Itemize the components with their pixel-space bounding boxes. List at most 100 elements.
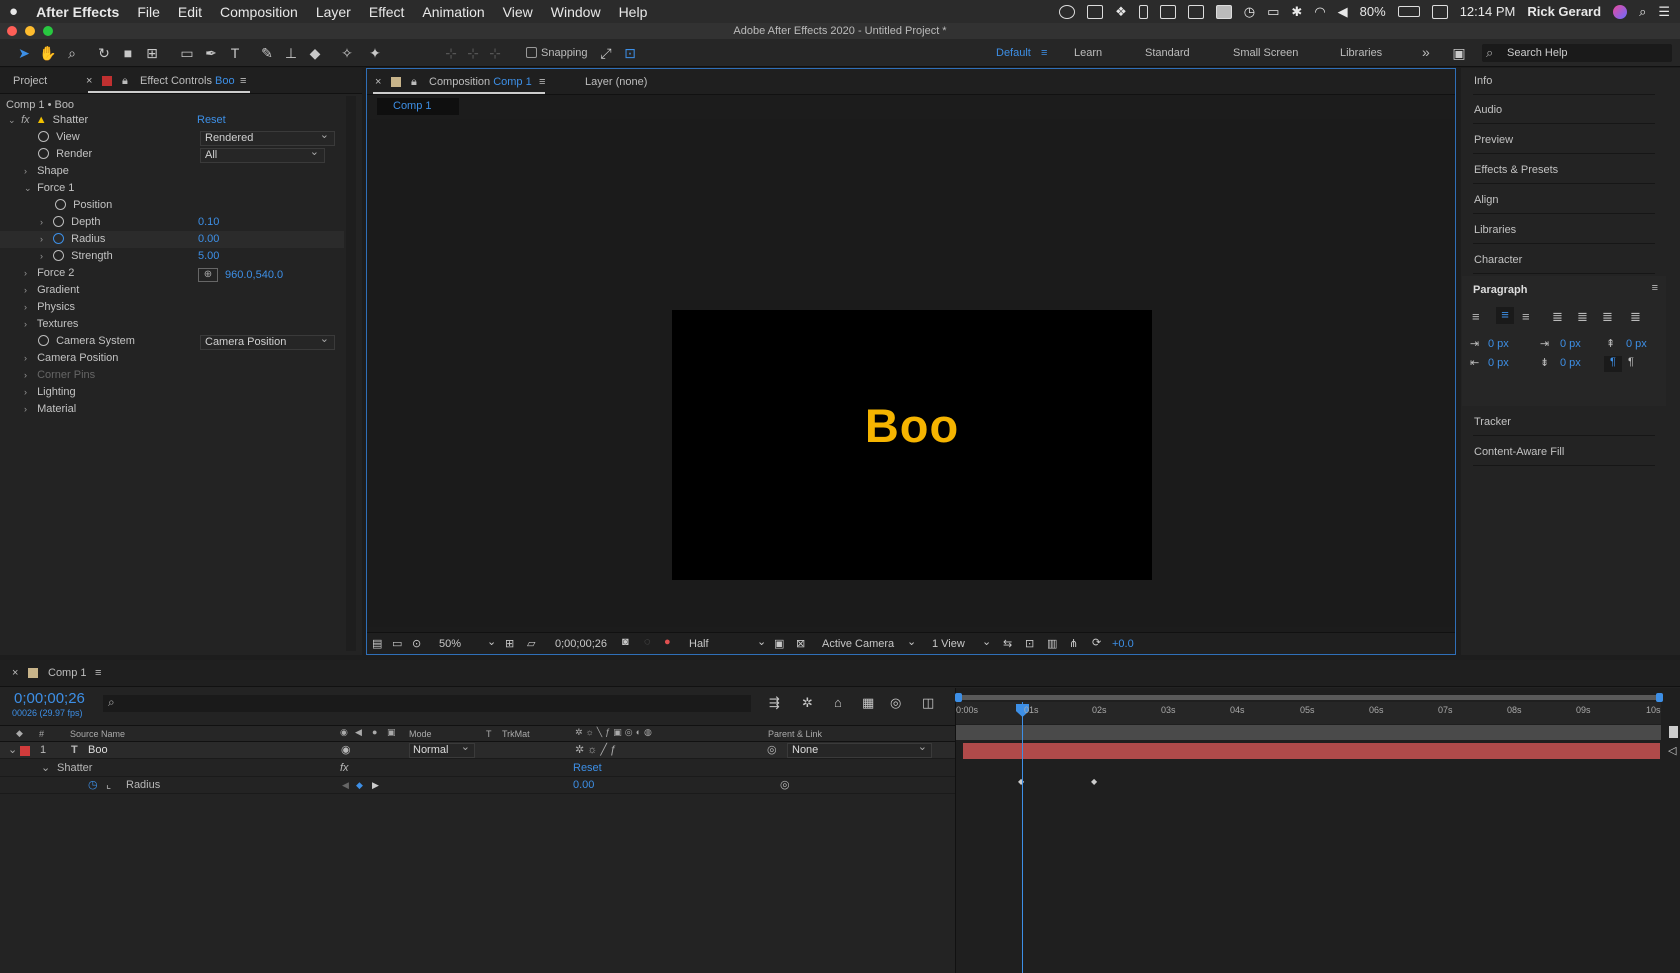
status-icon[interactable] — [1087, 4, 1104, 19]
pen-tool-icon[interactable]: ✒ — [202, 44, 220, 62]
timeline-property-row[interactable]: ◷ ⌞ Radius ◀ ◆ ▶ 0.00 ◎ — [0, 777, 955, 794]
dropbox-icon[interactable]: ❖ — [1115, 4, 1127, 20]
crosshair-icon[interactable]: ⊕ — [198, 268, 218, 282]
layer-visibility-eye-icon[interactable]: ◉ — [341, 742, 351, 758]
group-force2-row[interactable]: › Force 2 — [0, 265, 74, 282]
chevron-right-icon[interactable]: › — [24, 384, 34, 401]
space-after-value[interactable]: 0 px — [1560, 357, 1581, 369]
chevron-down-icon[interactable]: ⌄ — [24, 180, 34, 197]
layer-switches[interactable]: ✲ ☼ ╱ ƒ — [575, 742, 616, 758]
ltr-direction-icon[interactable]: ¶ — [1604, 356, 1622, 372]
snapping-checkbox[interactable] — [526, 47, 537, 58]
timeline-timecode[interactable]: 0;00;00;26 — [14, 690, 85, 707]
zoom-tool-icon[interactable]: ⌕ — [63, 44, 81, 62]
layer-end-icon[interactable]: ◁ — [1668, 744, 1676, 757]
timeline-effect-row[interactable]: ⌄ Shatter fx Reset — [0, 760, 955, 777]
menu-view[interactable]: View — [494, 4, 542, 20]
snap-option-icon[interactable]: ⤢ — [597, 44, 615, 62]
prev-keyframe-icon[interactable]: ◀ — [342, 777, 349, 793]
panel-preview[interactable]: Preview — [1473, 126, 1655, 154]
wifi-icon[interactable]: ◠ — [1314, 4, 1325, 20]
more-workspaces-icon[interactable]: » — [1422, 44, 1430, 60]
align-center-icon[interactable]: ≡ — [1496, 307, 1514, 324]
menu-app-name[interactable]: After Effects — [27, 4, 128, 20]
work-area-bar[interactable] — [955, 693, 1663, 702]
add-keyframe-icon[interactable]: ◆ — [356, 777, 363, 793]
pick-whip-icon[interactable]: ◎ — [767, 742, 777, 758]
stopwatch-icon[interactable] — [38, 335, 49, 346]
lock-icon[interactable]: 🔒︎ — [122, 75, 128, 88]
indent-right-value[interactable]: 0 px — [1488, 357, 1509, 369]
snap-edges-icon[interactable]: ⊡ — [621, 44, 639, 62]
parent-dropdown[interactable]: None ⌄ — [787, 741, 932, 758]
snapshot-icon[interactable]: ◙ — [622, 636, 629, 648]
stopwatch-icon[interactable] — [38, 131, 49, 142]
fx-icon[interactable]: fx — [340, 760, 349, 776]
group-camera-position-row[interactable]: › Camera Position — [0, 350, 118, 367]
chevron-right-icon[interactable]: › — [24, 316, 34, 333]
chevron-right-icon[interactable]: › — [40, 214, 50, 231]
roto-brush-tool-icon[interactable]: ✧ — [338, 44, 356, 62]
battery-app-icon[interactable] — [1138, 4, 1148, 19]
frame-blending-icon[interactable]: ▦ — [862, 695, 874, 711]
stopwatch-icon[interactable] — [53, 233, 65, 244]
camera-tool-icon[interactable]: ■ — [119, 44, 137, 62]
view-dropdown[interactable]: Rendered — [200, 129, 335, 146]
next-keyframe-icon[interactable]: ▶ — [372, 777, 379, 793]
panel-menu-icon[interactable]: ≡ — [539, 76, 545, 88]
chevron-right-icon[interactable]: › — [24, 367, 34, 384]
group-corner-pins-row[interactable]: › Corner Pins — [0, 367, 95, 384]
group-material-row[interactable]: › Material — [0, 401, 76, 418]
scroll-end-icon[interactable] — [1669, 726, 1678, 738]
draft-3d-icon[interactable]: ✲ — [802, 695, 813, 711]
hand-tool-icon[interactable]: ✋ — [39, 44, 57, 62]
align-right-icon[interactable]: ≡ — [1522, 309, 1530, 324]
panel-content-aware-fill[interactable]: Content-Aware Fill — [1473, 438, 1655, 466]
fit-icon[interactable]: ⊞ — [505, 637, 514, 650]
justify-last-center-icon[interactable]: ≣ — [1577, 309, 1588, 325]
spotlight-icon[interactable]: ⌕ — [1639, 4, 1646, 20]
close-tab-icon[interactable]: × — [12, 667, 18, 679]
chevron-right-icon[interactable]: › — [24, 163, 34, 180]
align-left-icon[interactable]: ≡ — [1472, 309, 1480, 324]
close-tab-icon[interactable]: × — [86, 75, 92, 87]
pan-behind-tool-icon[interactable]: ⊞ — [143, 44, 161, 62]
user-name[interactable]: Rick Gerard — [1527, 4, 1601, 19]
workspace-small-screen[interactable]: Small Screen — [1233, 47, 1298, 59]
fast-previews-icon[interactable]: ⊡ — [1025, 637, 1034, 650]
group-physics-row[interactable]: › Physics — [0, 299, 75, 316]
workspace-libraries[interactable]: Libraries — [1340, 47, 1382, 59]
graph-editor-icon[interactable]: ◫ — [922, 695, 934, 711]
time-machine-icon[interactable]: ◷ — [1244, 4, 1255, 20]
layer-duration-bar[interactable] — [963, 743, 1660, 759]
timeline-search-input[interactable]: ⌕ — [103, 695, 751, 712]
close-tab-icon[interactable]: × — [375, 76, 381, 88]
label-column-icon[interactable]: ◆ — [16, 728, 23, 739]
menu-edit[interactable]: Edit — [169, 4, 211, 20]
viewer-area[interactable]: Boo — [367, 119, 1455, 627]
close-window-button[interactable] — [7, 26, 17, 36]
menu-file[interactable]: File — [128, 4, 169, 20]
menu-layer[interactable]: Layer — [307, 4, 360, 20]
col-source-name[interactable]: Source Name — [70, 729, 125, 739]
group-force1-row[interactable]: ⌄ Force 1 — [0, 180, 74, 197]
chevron-down-icon[interactable]: ⌄ — [757, 635, 766, 648]
chevron-right-icon[interactable]: › — [40, 231, 50, 248]
layer-name[interactable]: Boo — [88, 742, 108, 758]
depth-value[interactable]: 0.10 — [198, 214, 219, 231]
brush-tool-icon[interactable]: ✎ — [258, 44, 276, 62]
apple-icon[interactable]: ● — [0, 3, 27, 20]
keyframe-marker[interactable]: ◆ — [1091, 777, 1097, 786]
composition-canvas[interactable]: Boo — [672, 310, 1152, 580]
property-value[interactable]: 0.00 — [573, 777, 594, 793]
chevron-down-icon[interactable]: ⌄ — [8, 742, 17, 758]
camera-system-dropdown[interactable]: Camera Position — [200, 333, 335, 350]
battery-percent[interactable]: 80% — [1360, 4, 1386, 19]
group-gradient-row[interactable]: › Gradient — [0, 282, 79, 299]
tab-timeline-comp[interactable]: Comp 1 — [48, 667, 87, 679]
chevron-right-icon[interactable]: › — [24, 350, 34, 367]
show-snapshot-icon[interactable]: ◌ — [644, 636, 651, 648]
space-before-value[interactable]: 0 px — [1626, 338, 1647, 350]
chevron-down-icon[interactable]: ⌄ — [907, 635, 916, 648]
chevron-right-icon[interactable]: › — [40, 248, 50, 265]
